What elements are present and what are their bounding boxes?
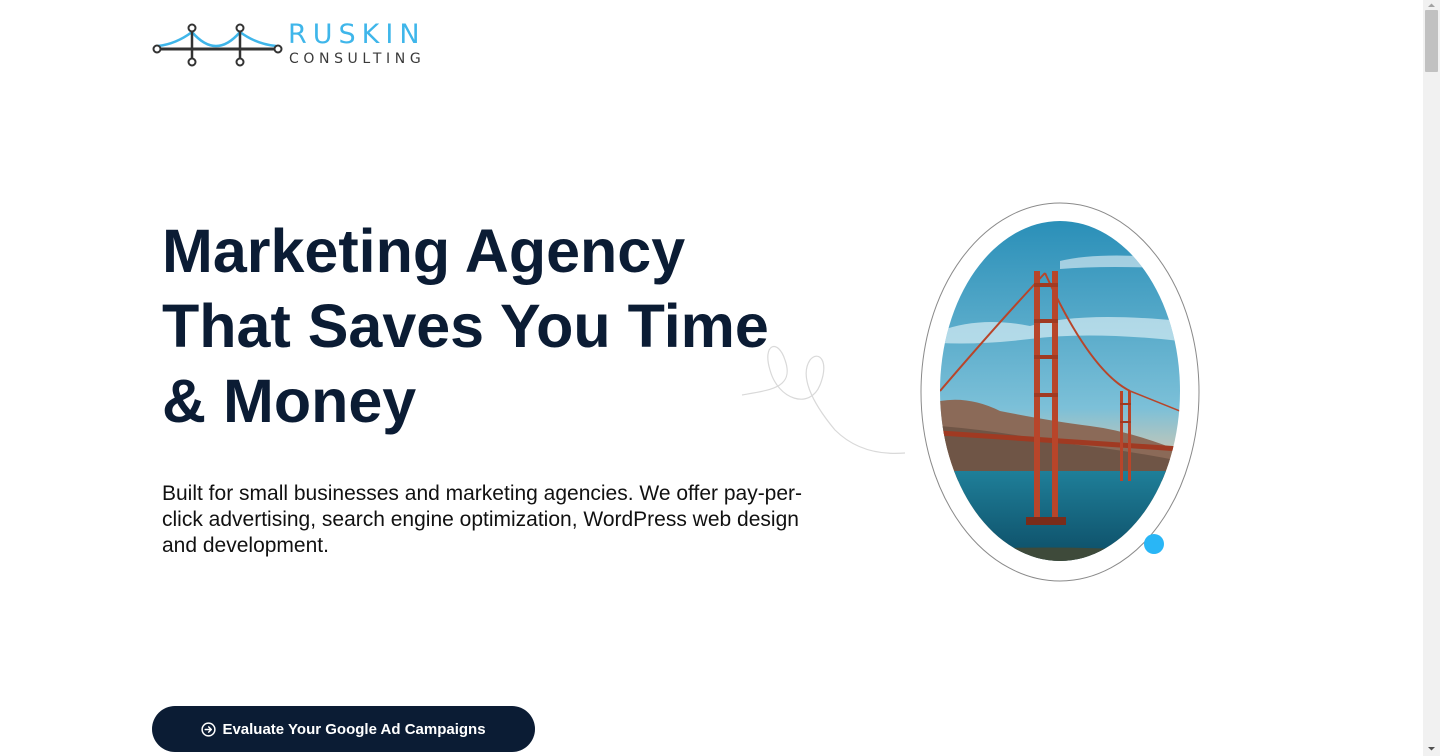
hero-title: Marketing Agency That Saves You Time & M… [162,214,802,439]
accent-dot [1144,534,1164,554]
brand-tagline: CONSULTING [289,51,426,67]
scroll-up-arrow-icon[interactable] [1427,1,1436,10]
vertical-scrollbar[interactable] [1423,0,1440,756]
scrollbar-thumb[interactable] [1425,10,1438,72]
evaluate-ads-label: Evaluate Your Google Ad Campaigns [222,720,486,738]
decorative-squiggle [741,345,906,454]
hero-description: Built for small businesses and marketing… [162,482,803,557]
scroll-down-arrow-icon[interactable] [1427,744,1436,753]
hero-title-line: Marketing Agency [162,217,686,285]
hero-title-line: & Money [162,367,417,435]
hero-title-line: That Saves You Time [162,292,769,360]
golden-gate-bridge-photo [940,221,1180,561]
brand-logo[interactable]: RUSKIN CONSULTING [152,18,452,72]
arrow-circle-right-icon [201,721,217,737]
evaluate-ads-button[interactable]: Evaluate Your Google Ad Campaigns [152,706,535,752]
page: RUSKIN CONSULTING Marketing Agency That … [0,0,1423,756]
bridge-logo-icon [152,23,283,67]
brand-name: RUSKIN [288,19,426,50]
